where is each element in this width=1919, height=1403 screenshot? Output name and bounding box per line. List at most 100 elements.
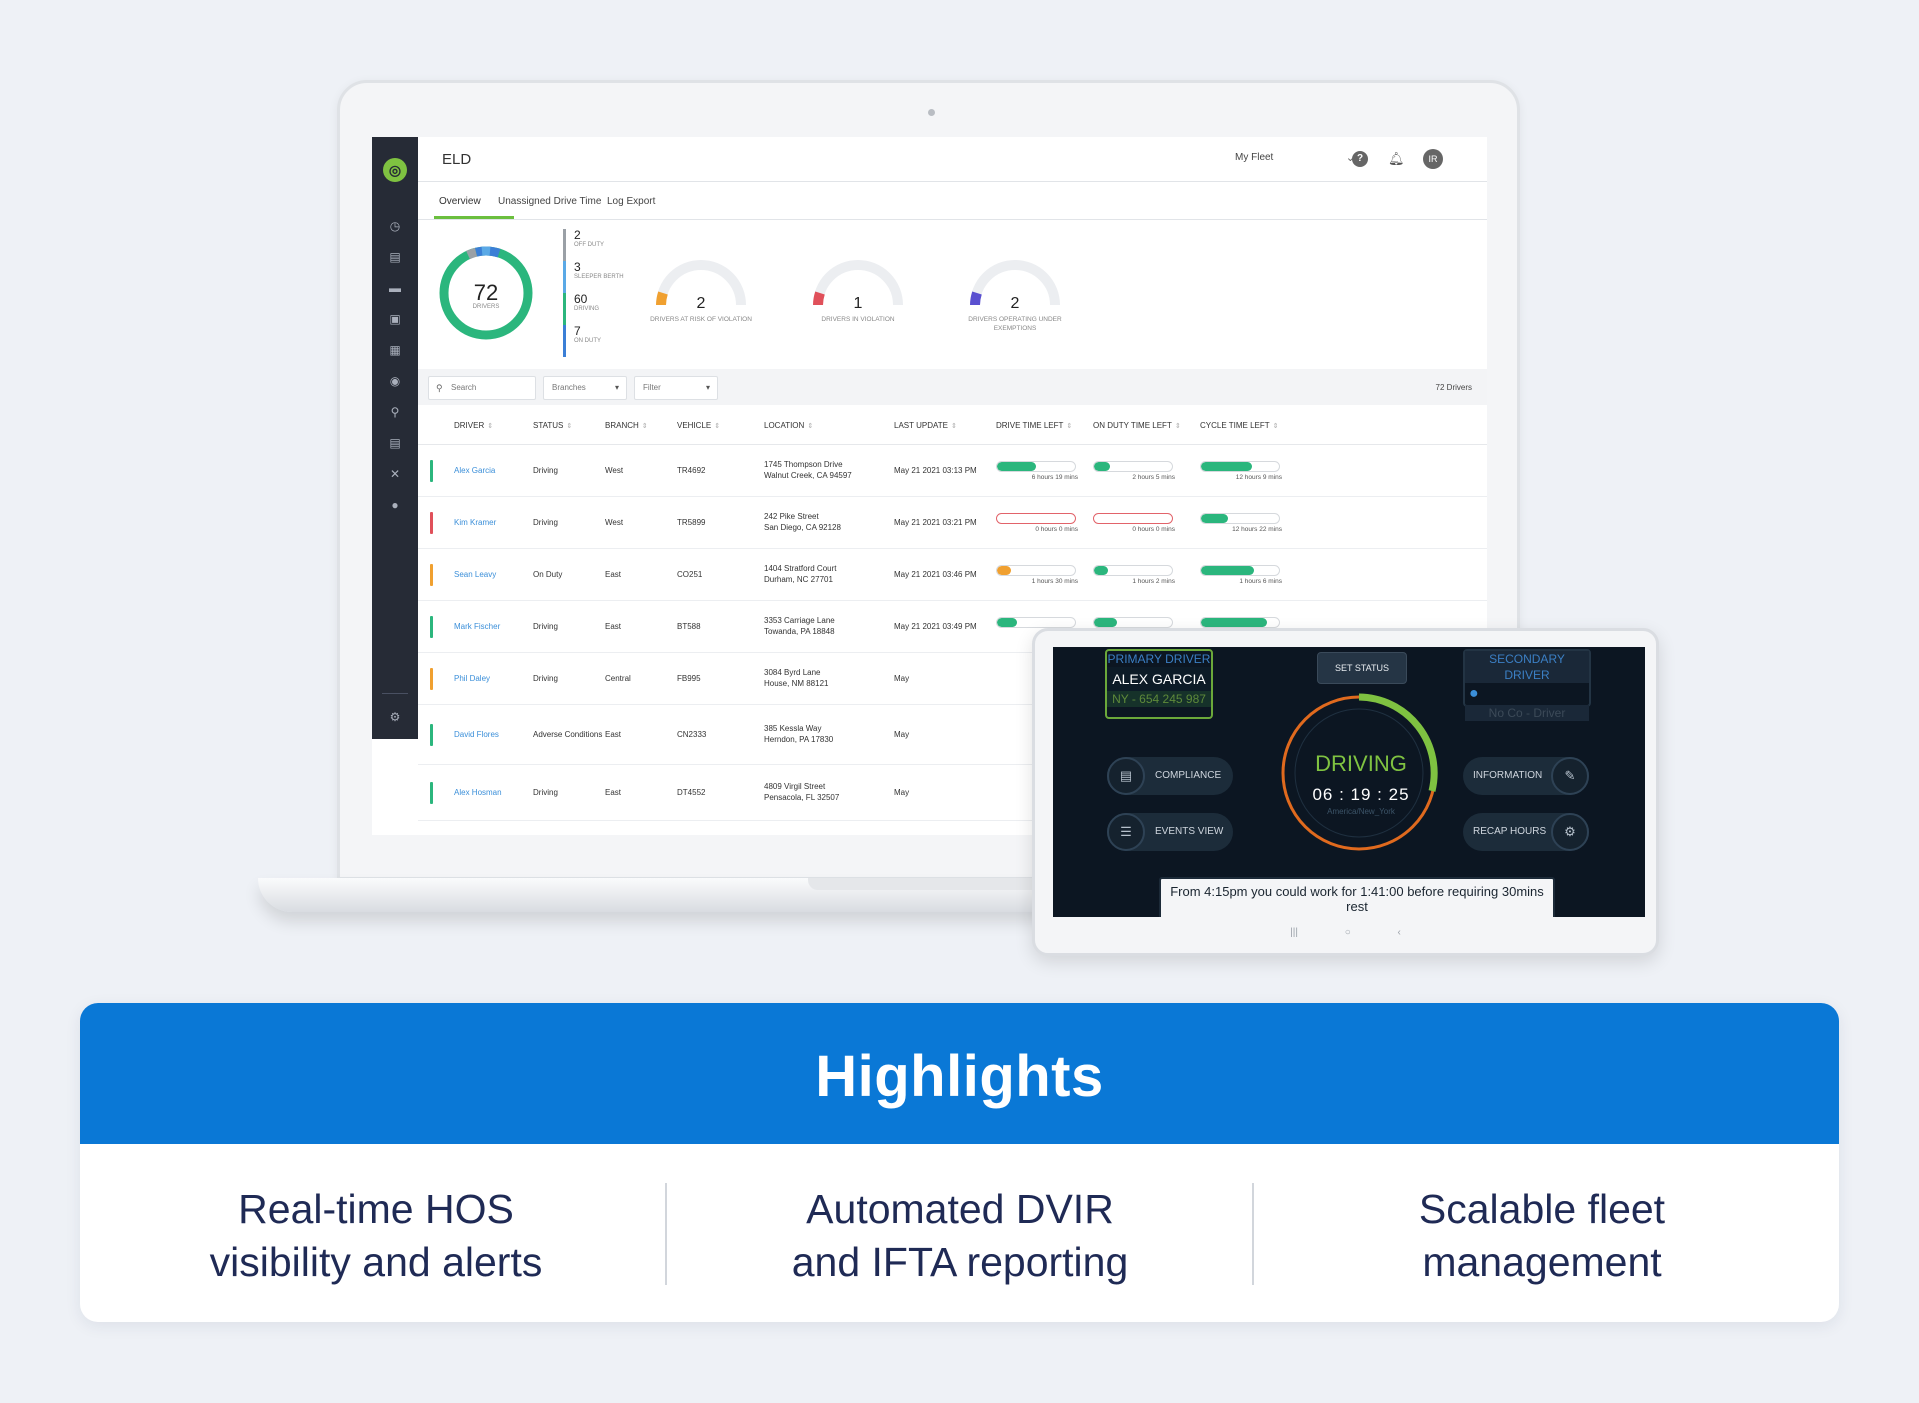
home-icon[interactable]: ○ <box>1345 927 1351 938</box>
dashboard-icon[interactable]: ◷ <box>387 218 403 234</box>
vehicle-cell: TR5899 <box>677 518 706 527</box>
table-row[interactable]: Sean Leavy On Duty East CO251 1404 Stratford… <box>418 549 1487 601</box>
fleet-select[interactable]: My Fleet ⌄ <box>1235 152 1355 164</box>
search-input[interactable]: ⚲ Search <box>428 376 536 400</box>
col-on-duty-time-left[interactable]: ON DUTY TIME LEFT ⇕ <box>1093 421 1181 430</box>
secondary-driver-card[interactable]: SECONDARY DRIVER ● No Co - Driver <box>1463 649 1591 721</box>
route-icon[interactable]: ⚲ <box>387 404 403 420</box>
driver-link[interactable]: Phil Daley <box>454 673 490 684</box>
gauge-label: DRIVERS OPERATING UNDER EXEMPTIONS <box>968 316 1062 332</box>
events-view-button[interactable]: ☰ EVENTS VIEW <box>1107 813 1233 851</box>
primary-driver-heading: PRIMARY DRIVER <box>1107 652 1211 666</box>
drive-time-bar-fill <box>997 618 1017 627</box>
set-status-button[interactable]: SET STATUS <box>1317 652 1407 684</box>
laptop-camera <box>928 109 935 116</box>
driver-link[interactable]: Mark Fischer <box>454 621 500 632</box>
location-line: 3353 Carriage Lane <box>764 616 835 625</box>
vehicle-icon[interactable]: ▬ <box>387 280 403 296</box>
tab-unassigned-drive-time[interactable]: Unassigned Drive Time <box>498 196 601 207</box>
status-cell: Driving <box>533 518 558 527</box>
total-drivers: 72 <box>473 280 499 305</box>
tools-icon[interactable]: ✕ <box>387 466 403 482</box>
filter-dropdown[interactable]: Filter ▾ <box>634 376 718 400</box>
drive-time-bar-fill <box>997 566 1012 575</box>
sort-icon: ⇕ <box>1272 423 1279 430</box>
table-row[interactable]: Kim Kramer Driving West TR5899 242 Pike Stre… <box>418 497 1487 549</box>
vehicle-cell: CO251 <box>677 570 703 579</box>
cycle-time-bar <box>1200 565 1280 576</box>
clipboard-icon[interactable]: ▣ <box>387 311 403 327</box>
status-cell: Driving <box>533 622 558 631</box>
tab-log-export[interactable]: Log Export <box>607 196 655 207</box>
user-icon[interactable]: ● <box>387 497 403 513</box>
location-line: House, NM 88121 <box>764 679 829 688</box>
status-cell: On Duty <box>533 570 563 579</box>
location-line: Durham, NC 27701 <box>764 575 833 584</box>
col-cycle-time-left[interactable]: CYCLE TIME LEFT ⇕ <box>1200 421 1279 430</box>
vehicle-cell: FB995 <box>677 674 701 683</box>
tab-overview[interactable]: Overview <box>439 196 481 207</box>
table-row[interactable]: Alex Garcia Driving West TR4692 1745 Thompso… <box>418 445 1487 497</box>
cycle-time-bar-fill <box>1201 618 1268 627</box>
filter-label: Filter <box>643 383 661 392</box>
avatar[interactable]: IR <box>1423 149 1443 169</box>
gauge-risk-of-violation: 2 DRIVERS AT RISK OF VIOLATION <box>641 257 761 323</box>
driver-link[interactable]: David Flores <box>454 729 499 740</box>
sort-icon: ⇕ <box>807 423 814 430</box>
on-duty-time-bar-fill <box>1094 462 1110 471</box>
logo-icon[interactable]: ◎ <box>383 158 407 182</box>
highlight-hos: Real-time HOS visibility and alerts <box>96 1183 656 1289</box>
on-duty-time-bar-text: 0 hours 0 mins <box>1132 526 1175 533</box>
col-vehicle[interactable]: VEHICLE ⇕ <box>677 421 720 430</box>
logs-icon[interactable]: ▦ <box>387 342 403 358</box>
recent-apps-icon[interactable]: ||| <box>1290 927 1298 938</box>
col-last-update[interactable]: LAST UPDATE ⇕ <box>894 421 957 430</box>
col-drive-time-left[interactable]: DRIVE TIME LEFT ⇕ <box>996 421 1072 430</box>
vehicle-cell: DT4552 <box>677 788 706 797</box>
rest-notice: From 4:15pm you could work for 1:41:00 b… <box>1159 877 1555 917</box>
sort-icon: ⇕ <box>566 423 573 430</box>
driver-link[interactable]: Kim Kramer <box>454 517 496 528</box>
drive-time-bar-fill <box>997 462 1036 471</box>
col-status[interactable]: STATUS ⇕ <box>533 421 572 430</box>
driver-link[interactable]: Alex Hosman <box>454 787 502 798</box>
help-icon[interactable]: ? <box>1352 151 1368 167</box>
primary-driver-name: ALEX GARCIA <box>1107 667 1211 691</box>
driver-link[interactable]: Sean Leavy <box>454 569 496 580</box>
col-location[interactable]: LOCATION ⇕ <box>764 421 813 430</box>
table-header: DRIVER ⇕ STATUS ⇕ BRANCH ⇕ VEHICLE ⇕ LOCATIO… <box>418 405 1487 445</box>
cycle-time-bar <box>1200 513 1280 524</box>
information-button[interactable]: INFORMATION ✎ <box>1463 757 1589 795</box>
col-label: LOCATION <box>764 421 805 430</box>
highlight-divider <box>1252 1183 1254 1285</box>
compliance-button[interactable]: ▤ COMPLIANCE <box>1107 757 1233 795</box>
drive-time-bar-text: 0 hours 0 mins <box>1035 526 1078 533</box>
fleet-select-label: My Fleet <box>1235 152 1274 163</box>
highlight-dvir-ifta: Automated DVIR and IFTA reporting <box>680 1183 1240 1289</box>
last-update-cell: May <box>894 730 910 739</box>
cycle-time-bar-fill <box>1201 462 1252 471</box>
back-icon[interactable]: ‹ <box>1398 927 1401 938</box>
document-icon[interactable]: ▤ <box>387 435 403 451</box>
caret-down-icon: ▾ <box>614 383 619 392</box>
tablet-driver-app: PRIMARY DRIVER ALEX GARCIA NY - 654 245 … <box>1053 647 1645 917</box>
location-line: 3084 Byrd Lane <box>764 668 821 677</box>
highlight-fleet-management: Scalable fleet management <box>1262 1183 1822 1289</box>
branch-cell: Central <box>605 674 631 683</box>
branches-dropdown[interactable]: Branches ▾ <box>543 376 627 400</box>
messages-icon[interactable]: ▤ <box>387 249 403 265</box>
settings-icon[interactable]: ⚙ <box>387 709 403 725</box>
primary-driver-card[interactable]: PRIMARY DRIVER ALEX GARCIA NY - 654 245 … <box>1105 649 1213 719</box>
globe-icon[interactable]: ◉ <box>387 373 403 389</box>
stat-count: 2 <box>574 228 581 242</box>
col-branch[interactable]: BRANCH ⇕ <box>605 421 648 430</box>
highlight-line: Real-time HOS <box>238 1186 514 1232</box>
bell-icon[interactable]: 🔔︎ <box>1388 151 1405 167</box>
gauge-label: DRIVERS AT RISK OF VIOLATION <box>650 316 752 323</box>
drive-time-bar-text: 1 hours 30 mins <box>1031 578 1078 585</box>
driver-link[interactable]: Alex Garcia <box>454 465 495 476</box>
recap-hours-button[interactable]: RECAP HOURS ⚙ <box>1463 813 1589 851</box>
vehicle-cell: BT588 <box>677 622 701 631</box>
tablet-nav-bar: ||| ○ ‹ <box>1035 927 1656 938</box>
col-driver[interactable]: DRIVER ⇕ <box>454 421 493 430</box>
